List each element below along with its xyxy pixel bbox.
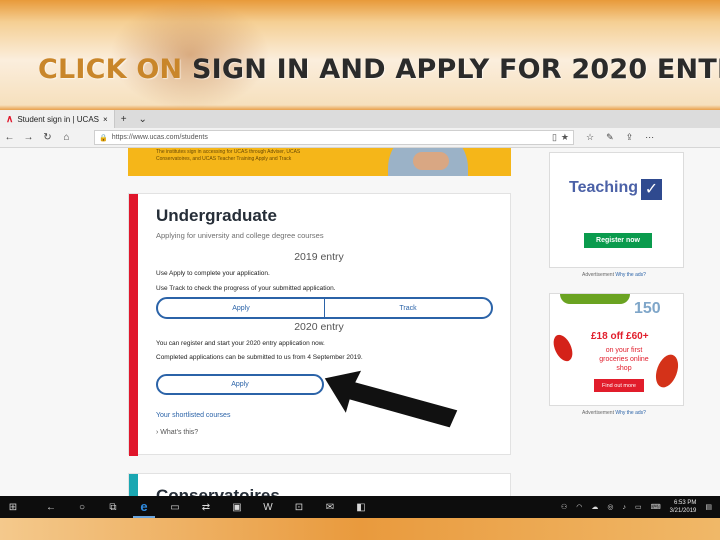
new-tab-button[interactable]: + [115,114,133,125]
whats-this-label: What's this? [160,429,199,436]
entry-2019-heading: 2019 entry [294,251,344,263]
ad-label-2: Advertisement Why the ads? [582,410,646,416]
home-icon[interactable]: ⌂ [57,132,76,143]
register-now-button[interactable]: Register now [584,233,652,248]
grocery-offer-text: £18 off £60+ [591,331,649,342]
track-button[interactable]: Track [325,299,491,317]
teaching-advert[interactable]: Teaching ✓ Register now [549,152,684,268]
input-icon[interactable]: ⌨ [651,503,661,511]
office-icon[interactable]: ◧ [350,496,372,518]
banner-text: The institutes sign in accessing for UCA… [156,149,301,162]
anniversary-badge: 150 [634,300,661,317]
shortlisted-courses-link[interactable]: Your shortlisted courses [156,412,230,419]
apply-track-toggle: Apply Track [156,297,493,319]
onedrive-icon[interactable]: ☁ [591,503,598,511]
reading-view-icon[interactable]: ▯ [552,132,557,143]
people-icon[interactable]: ⚇ [561,503,567,511]
register-2020-text: You can register and start your 2020 ent… [156,340,325,347]
favorites-hub-icon[interactable]: ☆ [586,132,594,143]
pepper-image [651,351,683,391]
browser-window: ∧ Student sign in | UCAS × + ⌄ ← → ↻ ⌂ 🔒… [0,110,720,496]
back-icon[interactable]: ← [0,132,19,143]
address-bar: ← → ↻ ⌂ 🔒 https://www.ucas.com/students … [0,128,720,148]
url-text: https://www.ucas.com/students [111,134,208,141]
tray-app-icon[interactable]: ◎ [607,503,613,511]
card-accent-bar [129,194,138,456]
chilli-image [550,331,577,365]
clock-time: 6:53 PM [674,500,697,506]
clock-date: 3/21/2019 [669,508,697,514]
volume-icon[interactable]: ♪ [622,504,626,511]
back-icon[interactable]: ← [40,496,62,518]
next-card: Conservatoires [128,473,511,496]
file-explorer-icon[interactable]: ▭ [164,496,186,518]
system-tray: ⚇ ◠ ☁ ◎ ♪ ▭ ⌨ 6:53 PM 3/21/2019 ▤ [561,499,720,515]
lock-icon: 🔒 [99,134,108,142]
tab-menu-icon[interactable]: ⌄ [133,114,153,125]
undergraduate-heading: Undergraduate [156,206,277,225]
tab-student-sign-in[interactable]: ∧ Student sign in | UCAS × [0,110,115,128]
next-card-heading: Conservatoires [156,486,280,496]
apply-instruction: Use Apply to complete your application. [156,270,270,277]
top-banner: The institutes sign in accessing for UCA… [128,148,511,176]
banner-hands-image [413,152,449,170]
notifications-icon[interactable]: ▤ [705,503,712,511]
url-field[interactable]: 🔒 https://www.ucas.com/students ▯ ★ [94,130,574,145]
cortana-icon[interactable]: ○ [71,496,93,518]
slide-footer-band [0,518,720,540]
wifi-icon[interactable]: ◠ [576,503,582,511]
more-icon[interactable]: ⋯ [645,132,654,143]
ucas-logo-icon: ∧ [6,113,14,125]
windows-taskbar: ⊞ ← ○ ⧉ e ▭ ⇄ ▣ W ⊡ ✉ ◧ ⚇ ◠ ☁ ◎ ♪ ▭ ⌨ 6:… [0,496,720,518]
grocery-advert[interactable]: 150 £18 off £60+ on your first groceries… [549,293,684,406]
page-content: The institutes sign in accessing for UCA… [0,148,720,496]
refresh-icon[interactable]: ↻ [38,132,57,143]
tab-close-icon[interactable]: × [103,115,108,124]
find-out-more-button[interactable]: Find out more [594,379,644,392]
start-icon[interactable]: ⊞ [2,496,24,518]
grocery-offer-subtext: on your first groceries online shop [599,347,649,372]
why-ads-link[interactable]: Why the ads? [615,272,646,278]
mail-icon[interactable]: ✉ [319,496,341,518]
checkmark-icon: ✓ [641,179,662,200]
slide-title-highlight: CLICK ON [38,54,183,85]
slide-title: CLICK ON SIGN IN AND APPLY FOR 2020 ENTR… [38,54,720,85]
battery-icon[interactable]: ▭ [635,503,642,511]
clock[interactable]: 6:53 PM 3/21/2019 [670,499,697,515]
ad-label-1: Advertisement Why the ads? [582,272,646,278]
favorites-star-icon[interactable]: ★ [561,132,569,143]
word-icon[interactable]: W [257,496,279,518]
whats-this-toggle[interactable]: › What's this? [156,429,198,436]
submission-date-text: Completed applications can be submitted … [156,354,363,361]
why-ads-link[interactable]: Why the ads? [615,410,646,416]
pointer-arrow-icon [323,369,459,429]
ad-label-text: Advertisement [582,272,614,278]
tab-bar: ∧ Student sign in | UCAS × + ⌄ [0,110,720,128]
pen-icon[interactable]: ✎ [606,132,614,143]
entry-2020-heading: 2020 entry [294,321,344,333]
next-card-accent-bar [129,474,138,496]
track-instruction: Use Track to check the progress of your … [156,285,336,292]
share-icon[interactable]: ⇪ [626,132,634,143]
app-icon[interactable]: ⇄ [195,496,217,518]
task-view-icon[interactable]: ⧉ [102,496,124,518]
store-icon[interactable]: ⊡ [288,496,310,518]
apply-2019-button[interactable]: Apply [158,299,325,317]
photos-icon[interactable]: ▣ [226,496,248,518]
ad-label-text: Advertisement [582,410,614,416]
undergraduate-subheading: Applying for university and college degr… [156,231,324,240]
teaching-ad-title: Teaching [569,179,639,196]
edge-icon[interactable]: e [133,496,155,518]
tab-title: Student sign in | UCAS [17,114,100,124]
slide-title-rest: SIGN IN AND APPLY FOR 2020 ENTRY [182,54,720,85]
apply-2020-button[interactable]: Apply [156,374,324,395]
forward-icon[interactable]: → [19,132,38,143]
herb-image [560,294,630,304]
